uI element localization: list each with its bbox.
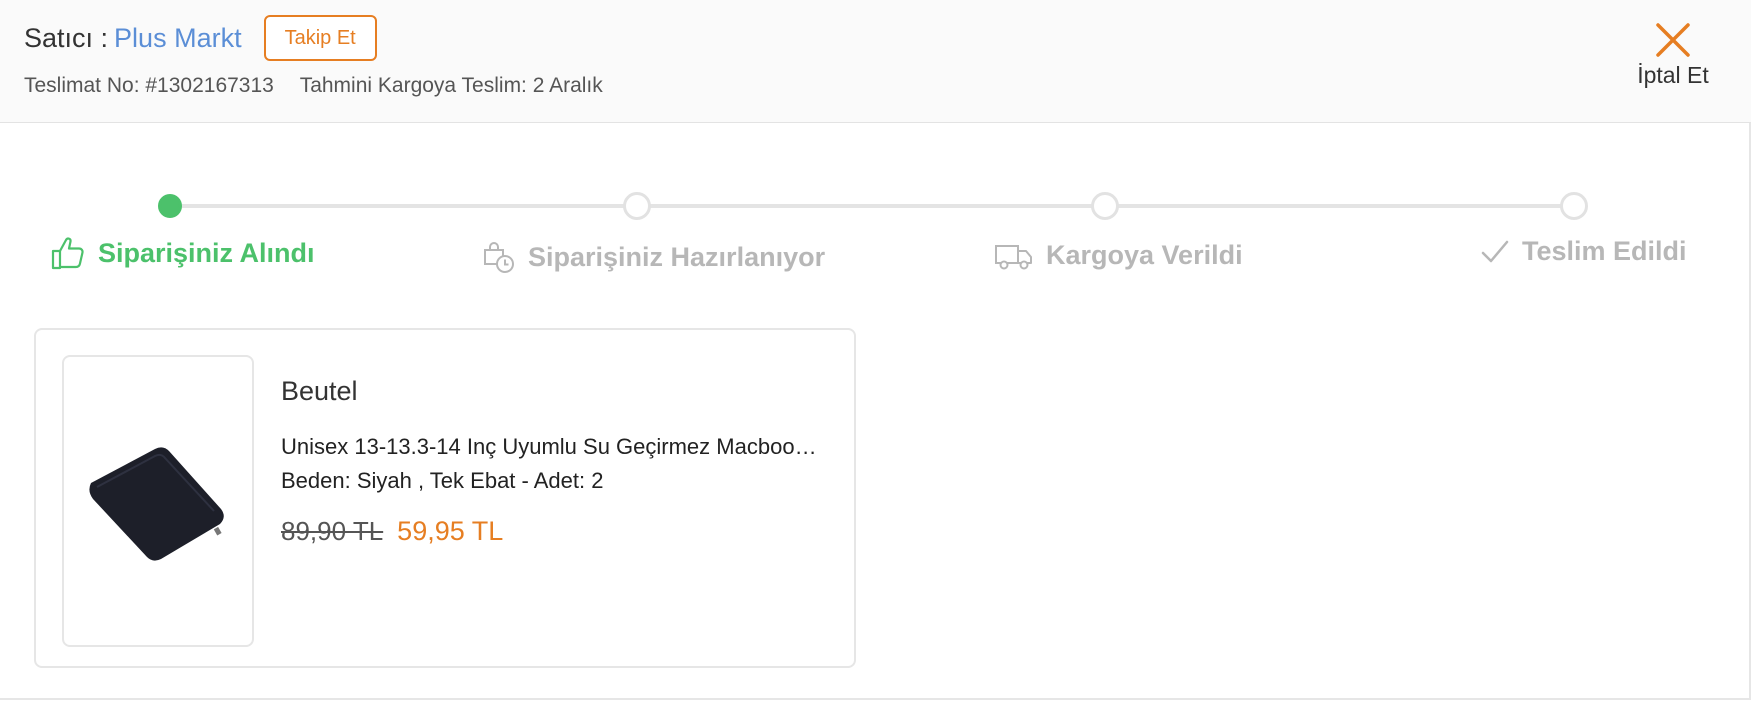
product-variant: Beden: Siyah , Tek Ebat - Adet: 2 (281, 468, 604, 493)
bag-clock-icon (484, 242, 514, 273)
product-brand: Beutel (281, 376, 358, 406)
step-dot-shipped (1091, 192, 1119, 220)
estimated-shipping-date: Tahmini Kargoya Teslim: 2 Aralık (299, 74, 603, 97)
thumbs-up-icon (51, 237, 84, 270)
follow-button[interactable]: Takip Et (263, 15, 377, 61)
step-preparing: Siparişiniz Hazırlanıyor (482, 240, 825, 274)
close-icon (1656, 23, 1690, 57)
progress-track (170, 204, 1575, 208)
product-name[interactable]: Unisex 13-13.3-14 Inç Uyumlu Su Geçirmez… (281, 434, 821, 460)
step-dot-received (158, 194, 182, 218)
discounted-price: 59,95 TL (397, 516, 504, 546)
order-progress-tracker: Siparişiniz Alındı Siparişiniz Hazırlanı… (0, 170, 1751, 290)
step-received: Siparişiniz Alındı (50, 236, 315, 270)
step-shipped: Kargoya Verildi (994, 240, 1243, 271)
cancel-label: İptal Et (1637, 62, 1709, 88)
check-icon (1481, 240, 1509, 262)
old-price: 89,90 TL (281, 516, 384, 546)
seller-label: Satıcı : (24, 22, 109, 53)
cancel-order-button[interactable]: İptal Et (1620, 20, 1726, 100)
step-delivered: Teslim Edildi (1480, 236, 1687, 267)
step-label-received: Siparişiniz Alındı (98, 237, 315, 268)
product-item[interactable]: Beutel Unisex 13-13.3-14 Inç Uyumlu Su G… (34, 328, 856, 668)
step-label-delivered: Teslim Edildi (1522, 236, 1687, 266)
step-dot-preparing (623, 192, 651, 220)
product-prices: 89,90 TL 59,95 TL (281, 516, 503, 547)
seller-name-link[interactable]: Plus Markt (114, 23, 242, 54)
order-header: Satıcı : Plus Markt Takip Et Teslimat No… (0, 0, 1751, 123)
truck-icon (995, 244, 1032, 269)
step-label-preparing: Siparişiniz Hazırlanıyor (528, 241, 826, 272)
step-dot-delivered (1560, 192, 1588, 220)
laptop-sleeve-image (89, 447, 224, 561)
delivery-meta: Teslimat No: #1302167313 Tahmini Kargoya… (24, 74, 603, 98)
order-card: Satıcı : Plus Markt Takip Et Teslimat No… (0, 0, 1751, 700)
product-image[interactable] (62, 355, 254, 647)
step-label-shipped: Kargoya Verildi (1046, 240, 1243, 270)
seller-row: Satıcı : Plus Markt Takip Et (24, 14, 377, 62)
delivery-number: Teslimat No: #1302167313 (24, 74, 274, 97)
